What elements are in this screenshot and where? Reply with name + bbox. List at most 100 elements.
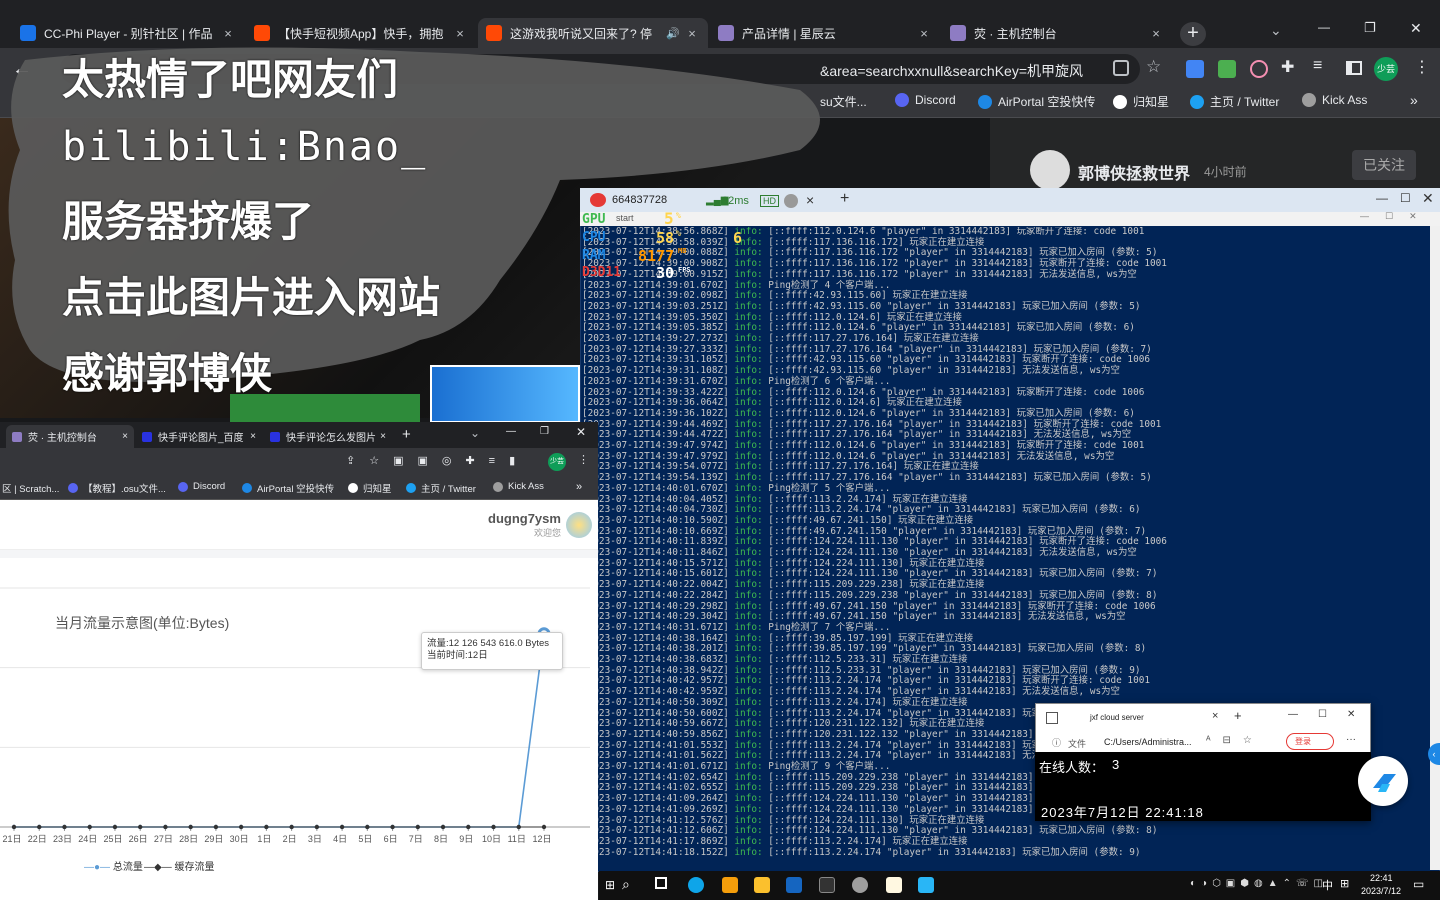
tab-close-icon[interactable]: ×	[122, 431, 128, 442]
secondary-bookmark-item[interactable]: 主页 / Twitter	[406, 481, 476, 495]
log-timestamp: [2023-07-12T14:39:33.422Z]	[582, 386, 729, 398]
channel-avatar[interactable]	[1030, 150, 1070, 190]
bookmark-star-icon[interactable]: ☆	[1146, 57, 1161, 77]
edge-toolbar-icons[interactable]: ᴬ⊟☆	[1206, 735, 1264, 746]
overlay-line-3[interactable]: 服务器挤爆了	[62, 188, 314, 249]
terminal-tab-close[interactable]: ×	[806, 192, 814, 208]
extension-cat-icon[interactable]	[1250, 60, 1268, 78]
reading-list-icon[interactable]: ≡	[1313, 57, 1322, 75]
legend-total[interactable]: —●— 总流量	[84, 858, 143, 873]
tab-close-icon[interactable]: ×	[916, 26, 932, 41]
secondary-bookmark-item[interactable]: 归知星	[348, 481, 392, 495]
powershell-taskbar-icon[interactable]	[786, 877, 802, 893]
edge-menu-icon[interactable]: ···	[1346, 734, 1356, 745]
console-controls[interactable]: —☐✕	[1360, 211, 1433, 222]
edge-login-button[interactable]: 登录	[1286, 733, 1334, 750]
bookmark-item[interactable]: 主页 / Twitter	[1190, 93, 1279, 110]
edge-address[interactable]: C:/Users/Administra...	[1104, 737, 1192, 747]
secondary-tab-2[interactable]: 快手评论图片_百度 ×	[136, 425, 262, 448]
terminal-scrollbar[interactable]	[1430, 226, 1440, 870]
bookmark-item[interactable]: AirPortal 空投快传	[978, 93, 1095, 110]
game-taskbar-icon[interactable]	[852, 877, 868, 893]
overlay-line-2[interactable]: bilibili:Bnao_	[62, 124, 427, 170]
bookmark-item[interactable]: 归知星	[1113, 93, 1169, 110]
restore-button[interactable]: ❐	[1364, 20, 1376, 36]
taskbar-search-icon[interactable]: ⌕	[622, 876, 630, 893]
secondary-toolbar-icons[interactable]: ⇪☆▣▣◎✚≡▮	[346, 454, 529, 467]
secondary-bookmark-item[interactable]: Discord	[178, 481, 225, 492]
legend-cache[interactable]: —◆— 缓存流量	[144, 858, 214, 873]
side-panel-icon[interactable]	[1346, 61, 1362, 75]
secondary-bookmarks-more[interactable]: »	[576, 481, 582, 493]
secondary-restore[interactable]: ❐	[540, 426, 549, 437]
tab-close-icon[interactable]: ×	[684, 26, 700, 41]
extensions-puzzle-icon[interactable]: ✚	[1281, 57, 1294, 77]
profile-avatar[interactable]: 少芸	[1374, 57, 1398, 81]
tab-close-icon[interactable]: ×	[1148, 26, 1164, 41]
new-tab-button[interactable]: +	[1180, 22, 1206, 46]
app-taskbar-icon[interactable]	[886, 877, 902, 893]
overlay-line-1[interactable]: 太热情了吧网友们	[62, 46, 398, 107]
secondary-tab-1[interactable]: 荧 · 主机控制台 ×	[6, 425, 134, 448]
tab-close-icon[interactable]: ×	[380, 431, 386, 442]
secondary-profile[interactable]: 少芸	[548, 453, 566, 471]
tab-5[interactable]: 荧 · 主机控制台 ×	[942, 18, 1172, 48]
translate-icon[interactable]	[1186, 60, 1204, 78]
tab-close-icon[interactable]: ×	[220, 26, 236, 41]
close-window-button[interactable]: ✕	[1410, 20, 1422, 37]
floating-assistant-icon[interactable]	[1358, 756, 1408, 806]
secondary-bookmark-item[interactable]: AirPortal 空投快传	[242, 481, 334, 495]
traffic-chart[interactable]: 21日 22日 23日 24日 25日 26日 27日 28日 29日 30日 1日 2日 3日 4日 5日…	[0, 560, 598, 900]
edge-tab-close[interactable]: ×	[1212, 710, 1218, 722]
clock-date[interactable]: 2023/7/12	[1361, 886, 1401, 896]
bookmark-item[interactable]: Kick Ass	[1302, 93, 1367, 107]
user-avatar[interactable]	[566, 512, 592, 538]
shield-taskbar-icon[interactable]	[722, 877, 738, 893]
secondary-close[interactable]: ✕	[576, 425, 586, 439]
task-view-icon[interactable]	[655, 877, 667, 889]
secondary-bookmark-item[interactable]: Kick Ass	[493, 481, 544, 492]
tab-search-icon[interactable]: ⌄	[1270, 22, 1282, 39]
secondary-new-tab[interactable]: +	[402, 426, 411, 443]
edge-info-icon[interactable]: ⓘ	[1052, 736, 1061, 749]
store-taskbar-icon[interactable]	[918, 877, 934, 893]
terminal-maximize[interactable]: ☐	[1400, 191, 1411, 205]
terminal-add-tab[interactable]: +	[840, 190, 849, 208]
follow-button[interactable]: 已关注	[1352, 150, 1416, 180]
minimize-button[interactable]: —	[1318, 20, 1330, 34]
terminal-close[interactable]: ✕	[1422, 190, 1434, 207]
secondary-bookmark-item[interactable]: 区 | Scratch...	[2, 481, 59, 495]
tab-close-icon[interactable]: ×	[452, 26, 468, 41]
secondary-bookmark-item[interactable]: 【教程】.osu文件...	[68, 481, 166, 495]
tab-close-icon[interactable]: ×	[250, 431, 256, 442]
edge-window-controls[interactable]: —☐✕	[1288, 709, 1375, 720]
tray-grid-icon[interactable]: ⊞	[1340, 877, 1349, 890]
download-icon[interactable]	[1218, 60, 1236, 78]
terminal-tab-title[interactable]: 664837728	[612, 194, 667, 206]
windows-start-icon[interactable]: ⊞	[605, 878, 615, 892]
notification-icon[interactable]: ▭	[1413, 877, 1424, 891]
clock-time[interactable]: 22:41	[1370, 873, 1393, 883]
secondary-tab-3[interactable]: 快手评论怎么发图片 ×	[264, 425, 392, 448]
ime-indicator[interactable]: 中	[1322, 877, 1333, 893]
edge-add-tab[interactable]: +	[1234, 708, 1242, 723]
menu-kebab-icon[interactable]: ⋮	[1414, 57, 1430, 77]
share-icon[interactable]	[1113, 60, 1129, 76]
bookmarks-more-icon[interactable]: »	[1410, 92, 1418, 108]
log-message: [::ffff:42.93.115.60] 玩家正在建立连接	[768, 290, 968, 302]
folder-taskbar-icon[interactable]	[754, 877, 770, 893]
terminal-taskbar-icon[interactable]	[819, 877, 835, 893]
secondary-minimize[interactable]: —	[506, 426, 516, 437]
terminal-minimize[interactable]: —	[1376, 191, 1388, 205]
system-tray-icons[interactable]: ◐◑⬡▣⬢◍▲⌃☏◫	[1190, 878, 1328, 889]
overlay-line-4[interactable]: 点击此图片进入网站	[62, 264, 440, 325]
overlay-line-5[interactable]: 感谢郭博侠	[62, 340, 272, 401]
bookmark-item[interactable]: Discord	[895, 93, 956, 107]
secondary-dropdown-icon[interactable]: ⌄	[470, 426, 480, 440]
speaker-icon[interactable]: 🔊	[666, 27, 680, 40]
channel-name[interactable]: 郭博侠拯救世界	[1078, 160, 1190, 184]
log-timestamp: [2023-07-12T14:39:44.472Z]	[582, 429, 729, 441]
username[interactable]: dugng7ysm	[488, 511, 561, 526]
secondary-menu-icon[interactable]: ⋮	[578, 453, 589, 466]
edge-taskbar-icon[interactable]	[688, 877, 704, 893]
